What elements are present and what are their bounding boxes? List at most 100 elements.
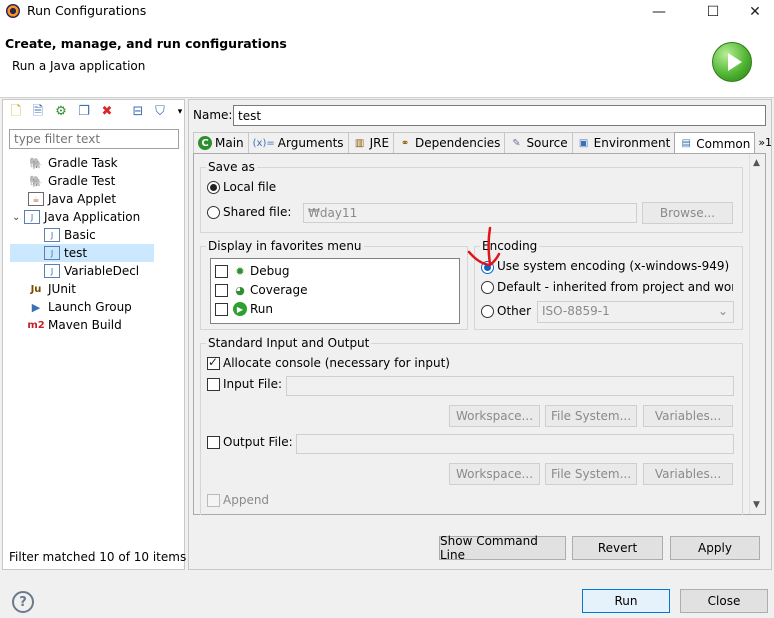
tree-item-gradle-task[interactable]: 🐘 Gradle Task <box>10 154 182 172</box>
tab-environment[interactable]: ▣ Environment <box>571 132 676 153</box>
run-banner-icon <box>712 42 752 82</box>
tree-item-junit[interactable]: Ju JUnit <box>10 280 182 298</box>
tree-item-variabledecl[interactable]: J VariableDecl <box>10 262 182 280</box>
default-encoding-radio[interactable] <box>481 281 494 294</box>
input-workspace-button[interactable]: Workspace... <box>449 405 540 427</box>
shared-file-radio[interactable] <box>207 206 220 219</box>
tree-item-maven-build[interactable]: m2 Maven Build <box>10 316 182 334</box>
arguments-icon: (x)= <box>252 137 275 149</box>
input-file-field[interactable] <box>286 376 734 396</box>
tree-item-gradle-test[interactable]: 🐘 Gradle Test <box>10 172 182 190</box>
name-label: Name: <box>193 108 233 122</box>
other-encoding-select[interactable]: ISO-8859-1 ⌄ <box>537 301 734 323</box>
run-checkbox[interactable] <box>215 302 228 316</box>
debug-bug-icon: ✹ <box>235 264 245 278</box>
tree-item-launch-group[interactable]: ▶ Launch Group <box>10 298 182 316</box>
tree-item-label: Launch Group <box>48 300 132 314</box>
help-icon[interactable]: ? <box>12 591 34 613</box>
main-tab-icon: C <box>198 136 212 150</box>
tab-main[interactable]: C Main <box>193 132 249 153</box>
tab-label: Dependencies <box>415 136 501 150</box>
launch-group-icon: ▶ <box>31 300 41 314</box>
output-file-checkbox[interactable] <box>207 436 220 449</box>
tab-jre[interactable]: ▥ JRE <box>347 132 395 153</box>
delete-icon[interactable]: ✖ <box>99 104 115 120</box>
favorite-item-debug[interactable]: ✹ Debug <box>215 262 289 280</box>
tab-label: Arguments <box>277 136 344 150</box>
revert-button[interactable]: Revert <box>572 536 663 560</box>
favorites-title: Display in favorites menu <box>206 239 364 253</box>
name-input[interactable] <box>233 105 766 126</box>
local-file-radio[interactable] <box>207 181 220 194</box>
favorite-label: Run <box>250 302 274 316</box>
input-file-system-button[interactable]: File System... <box>545 405 637 427</box>
input-variables-button[interactable]: Variables... <box>643 405 733 427</box>
source-lookup-icon: ✎ <box>512 137 521 149</box>
chevron-down-icon: ⌄ <box>717 304 728 318</box>
filter-input[interactable] <box>9 129 179 149</box>
shared-file-input[interactable]: ₩day11 <box>303 203 637 223</box>
allocate-console-checkbox[interactable] <box>207 355 220 370</box>
append-checkbox[interactable] <box>207 494 220 507</box>
run-button[interactable]: Run <box>582 589 670 613</box>
apply-button[interactable]: Apply <box>670 536 760 560</box>
collapse-all-icon[interactable]: ⊟ <box>130 104 146 120</box>
minimize-button[interactable]: — <box>636 0 682 24</box>
tree-item-java-applet[interactable]: ☕ Java Applet <box>10 190 182 208</box>
tab-common[interactable]: ▤ Common <box>674 132 756 154</box>
tree-item-basic[interactable]: J Basic <box>10 226 182 244</box>
favorite-item-run[interactable]: ▶ Run <box>215 300 273 318</box>
filter-icon[interactable]: ⛉ <box>152 104 168 120</box>
configuration-tree: 🐘 Gradle Task 🐘 Gradle Test ☕ Java Apple… <box>10 154 182 334</box>
local-file-label: Local file <box>223 180 277 194</box>
junit-icon: Ju <box>30 283 42 295</box>
coverage-checkbox[interactable] <box>215 283 228 297</box>
close-window-button[interactable]: ✕ <box>732 0 774 24</box>
java-class-icon: J <box>44 246 60 260</box>
more-tabs-button[interactable]: »1 <box>754 132 774 153</box>
filter-status: Filter matched 10 of 10 items <box>9 550 187 564</box>
favorite-item-coverage[interactable]: ◕ Coverage <box>215 281 308 299</box>
tree-item-test[interactable]: J test <box>10 244 154 262</box>
tree-item-label: Maven Build <box>48 318 122 332</box>
export-configuration-icon[interactable]: ⚙ <box>53 104 69 120</box>
tab-source[interactable]: ✎ Source <box>504 132 573 153</box>
tree-item-java-application[interactable]: ⌄ J Java Application <box>10 208 182 226</box>
tab-dependencies[interactable]: ⚭ Dependencies <box>393 132 506 153</box>
scroll-down-icon[interactable]: ▼ <box>753 500 760 510</box>
window-title: Run Configurations <box>27 3 147 18</box>
other-encoding-radio[interactable] <box>481 305 494 318</box>
output-variables-button[interactable]: Variables... <box>643 463 733 485</box>
tree-item-label: Gradle Task <box>48 156 118 170</box>
java-class-icon: J <box>44 228 60 242</box>
output-workspace-button[interactable]: Workspace... <box>449 463 540 485</box>
other-encoding-label: Other <box>497 304 532 318</box>
view-menu-icon[interactable]: ▾ <box>172 104 188 120</box>
append-label: Append <box>223 493 270 507</box>
tab-label: Common <box>696 136 751 151</box>
shared-file-label: Shared file: <box>223 205 292 219</box>
tree-item-label: Basic <box>64 228 96 242</box>
allocate-console-label: Allocate console (necessary for input) <box>223 356 450 370</box>
tab-arguments[interactable]: (x)= Arguments <box>247 132 349 153</box>
scroll-up-icon[interactable]: ▲ <box>753 158 760 168</box>
output-file-system-button[interactable]: File System... <box>545 463 637 485</box>
output-file-field[interactable] <box>296 434 734 454</box>
debug-checkbox[interactable] <box>215 264 228 278</box>
new-prototype-icon[interactable]: 🗎 <box>30 104 46 120</box>
stdio-title: Standard Input and Output <box>206 336 372 350</box>
chevron-down-icon[interactable]: ⌄ <box>12 212 24 223</box>
input-file-label: Input File: <box>223 377 283 391</box>
show-command-line-button[interactable]: Show Command Line <box>439 534 566 562</box>
save-as-title: Save as <box>206 160 257 174</box>
jre-library-icon: ▥ <box>354 137 365 149</box>
tree-item-label: Java Applet <box>48 192 117 206</box>
browse-button[interactable]: Browse... <box>642 202 733 224</box>
vertical-scrollbar[interactable]: ▲ ▼ <box>749 154 765 514</box>
maximize-button[interactable]: ☐ <box>690 0 736 24</box>
close-button[interactable]: Close <box>680 589 768 613</box>
new-configuration-icon[interactable]: 🗋 <box>8 104 24 120</box>
duplicate-icon[interactable]: ❐ <box>76 104 92 120</box>
tab-label: Source <box>526 136 568 150</box>
input-file-checkbox[interactable] <box>207 378 220 391</box>
